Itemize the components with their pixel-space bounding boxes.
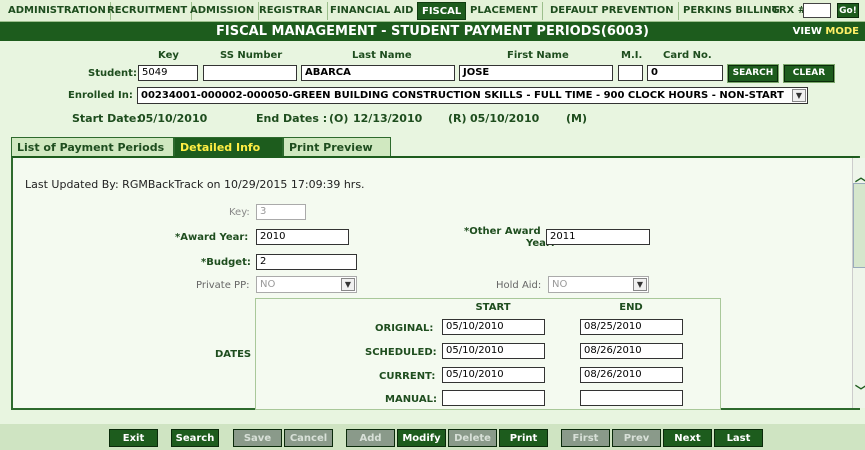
col-card-header: Card No. xyxy=(663,50,712,61)
nav-registrar[interactable]: REGISTRAR xyxy=(255,2,328,20)
private-pp-value: NO xyxy=(260,279,276,290)
nav-financial-aid[interactable]: FINANCIAL AID xyxy=(326,2,419,20)
col-ssn-header: SS Number xyxy=(220,50,283,61)
manual-end-input[interactable] xyxy=(580,390,683,406)
clear-button[interactable]: CLEAR xyxy=(783,64,835,83)
end-date-o-label: (O) xyxy=(329,112,349,125)
scrollbar-thumb[interactable] xyxy=(853,183,865,268)
hold-aid-value: NO xyxy=(552,279,568,290)
nav-perkins-billing[interactable]: PERKINS BILLING xyxy=(679,2,784,20)
col-mi-header: M.I. xyxy=(621,50,643,61)
prev-button[interactable]: Prev xyxy=(612,429,661,447)
manual-label: MANUAL: xyxy=(385,394,437,405)
mi-input[interactable] xyxy=(618,65,643,81)
mode-label: MODE xyxy=(825,26,859,37)
nav-administration[interactable]: ADMINISTRATION xyxy=(4,2,111,20)
col-key-header: Key xyxy=(158,50,179,61)
tab-print-preview[interactable]: Print Preview xyxy=(283,137,391,157)
col-first-name-header: First Name xyxy=(507,50,569,61)
original-end-input[interactable]: 08/25/2010 xyxy=(580,319,683,335)
end-header: END xyxy=(619,302,643,313)
end-dates-label: End Dates : xyxy=(256,112,328,125)
detail-panel: Last Updated By: RGMBackTrack on 10/29/2… xyxy=(11,156,865,410)
private-pp-select: NO ▼ xyxy=(256,276,357,293)
award-year-input[interactable]: 2010 xyxy=(256,229,349,245)
chevron-down-icon: ▼ xyxy=(633,278,647,291)
budget-label: *Budget: xyxy=(201,257,251,268)
original-label: ORIGINAL: xyxy=(375,323,434,334)
last-button[interactable]: Last xyxy=(714,429,763,447)
budget-input[interactable]: 2 xyxy=(256,254,357,270)
nav-admission[interactable]: ADMISSION xyxy=(186,2,260,20)
original-start-input[interactable]: 05/10/2010 xyxy=(442,319,545,335)
hold-aid-label: Hold Aid: xyxy=(496,280,542,291)
search-button[interactable]: Search xyxy=(171,429,219,447)
nav-fiscal[interactable]: FISCAL xyxy=(417,2,467,20)
last-updated-text: Last Updated By: RGMBackTrack on 10/29/2… xyxy=(25,178,365,191)
student-label: Student: xyxy=(88,68,137,79)
scheduled-label: SCHEDULED: xyxy=(365,347,437,358)
view-label: VIEW xyxy=(792,26,822,37)
exit-button[interactable]: Exit xyxy=(109,429,158,447)
enrolled-in-label: Enrolled In: xyxy=(68,90,133,101)
go-button[interactable]: Go! xyxy=(837,3,859,18)
trx-input[interactable] xyxy=(803,3,831,18)
next-button[interactable]: Next xyxy=(663,429,712,447)
student-key-input[interactable]: 5049 xyxy=(138,65,198,81)
page-title: FISCAL MANAGEMENT - STUDENT PAYMENT PERI… xyxy=(216,24,649,39)
key-label: Key: xyxy=(229,207,250,218)
last-name-input[interactable]: ABARCA xyxy=(301,65,455,81)
nav-recruitment[interactable]: RECRUITMENT xyxy=(103,2,193,20)
scheduled-start-input[interactable]: 05/10/2010 xyxy=(442,343,545,359)
start-header: START xyxy=(475,302,511,313)
tab-detailed-info[interactable]: Detailed Info xyxy=(174,137,283,157)
tab-list-of-payment-periods[interactable]: List of Payment Periods xyxy=(11,137,174,157)
ss-number-input[interactable] xyxy=(203,65,297,81)
manual-start-input[interactable] xyxy=(442,390,545,406)
enrolled-in-value: 00234001-000002-000050-GREEN BUILDING CO… xyxy=(141,90,784,101)
card-no-input[interactable]: 0 xyxy=(647,65,723,81)
view-mode-indicator: VIEW MODE xyxy=(793,22,859,41)
chevron-down-icon: ▼ xyxy=(341,278,355,291)
title-bar: FISCAL MANAGEMENT - STUDENT PAYMENT PERI… xyxy=(0,22,865,41)
scroll-up-icon[interactable]: ︿ xyxy=(854,168,865,185)
enrolled-in-select[interactable]: 00234001-000002-000050-GREEN BUILDING CO… xyxy=(137,87,808,104)
nav-placement[interactable]: PLACEMENT xyxy=(466,2,543,20)
key-input: 3 xyxy=(256,204,306,220)
other-award-label-1: *Other Award xyxy=(464,226,541,237)
search-student-button[interactable]: SEARCH xyxy=(727,64,779,83)
cancel-button[interactable]: Cancel xyxy=(284,429,333,447)
current-start-input[interactable]: 05/10/2010 xyxy=(442,367,545,383)
delete-button[interactable]: Delete xyxy=(448,429,497,447)
first-button[interactable]: First xyxy=(561,429,610,447)
col-last-name-header: Last Name xyxy=(352,50,412,61)
current-label: CURRENT: xyxy=(379,371,436,382)
private-pp-label: Private PP: xyxy=(196,280,250,291)
end-date-o-value: 12/13/2010 xyxy=(353,112,423,125)
nav-default-prevention[interactable]: DEFAULT PREVENTION xyxy=(546,2,679,20)
dates-section-label: DATES xyxy=(215,349,252,360)
chevron-down-icon[interactable]: ▼ xyxy=(792,89,806,102)
save-button[interactable]: Save xyxy=(233,429,282,447)
award-year-label: *Award Year: xyxy=(175,232,249,243)
other-award-year-input[interactable]: 2011 xyxy=(546,229,650,245)
modify-button[interactable]: Modify xyxy=(397,429,446,447)
scheduled-end-input[interactable]: 08/26/2010 xyxy=(580,343,683,359)
hold-aid-select: NO ▼ xyxy=(548,276,649,293)
end-date-m-label: (M) xyxy=(566,112,588,125)
top-navigation: ADMINISTRATION RECRUITMENT ADMISSION REG… xyxy=(0,0,865,22)
start-date-value: 05/10/2010 xyxy=(138,112,208,125)
add-button[interactable]: Add xyxy=(346,429,395,447)
first-name-input[interactable]: JOSE xyxy=(459,65,613,81)
print-button[interactable]: Print xyxy=(499,429,548,447)
end-date-r-value: 05/10/2010 xyxy=(470,112,540,125)
current-end-input[interactable]: 08/26/2010 xyxy=(580,367,683,383)
start-date-label: Start Date: xyxy=(72,112,141,125)
end-date-r-label: (R) xyxy=(448,112,467,125)
scroll-down-icon[interactable]: ﹀ xyxy=(854,382,865,399)
